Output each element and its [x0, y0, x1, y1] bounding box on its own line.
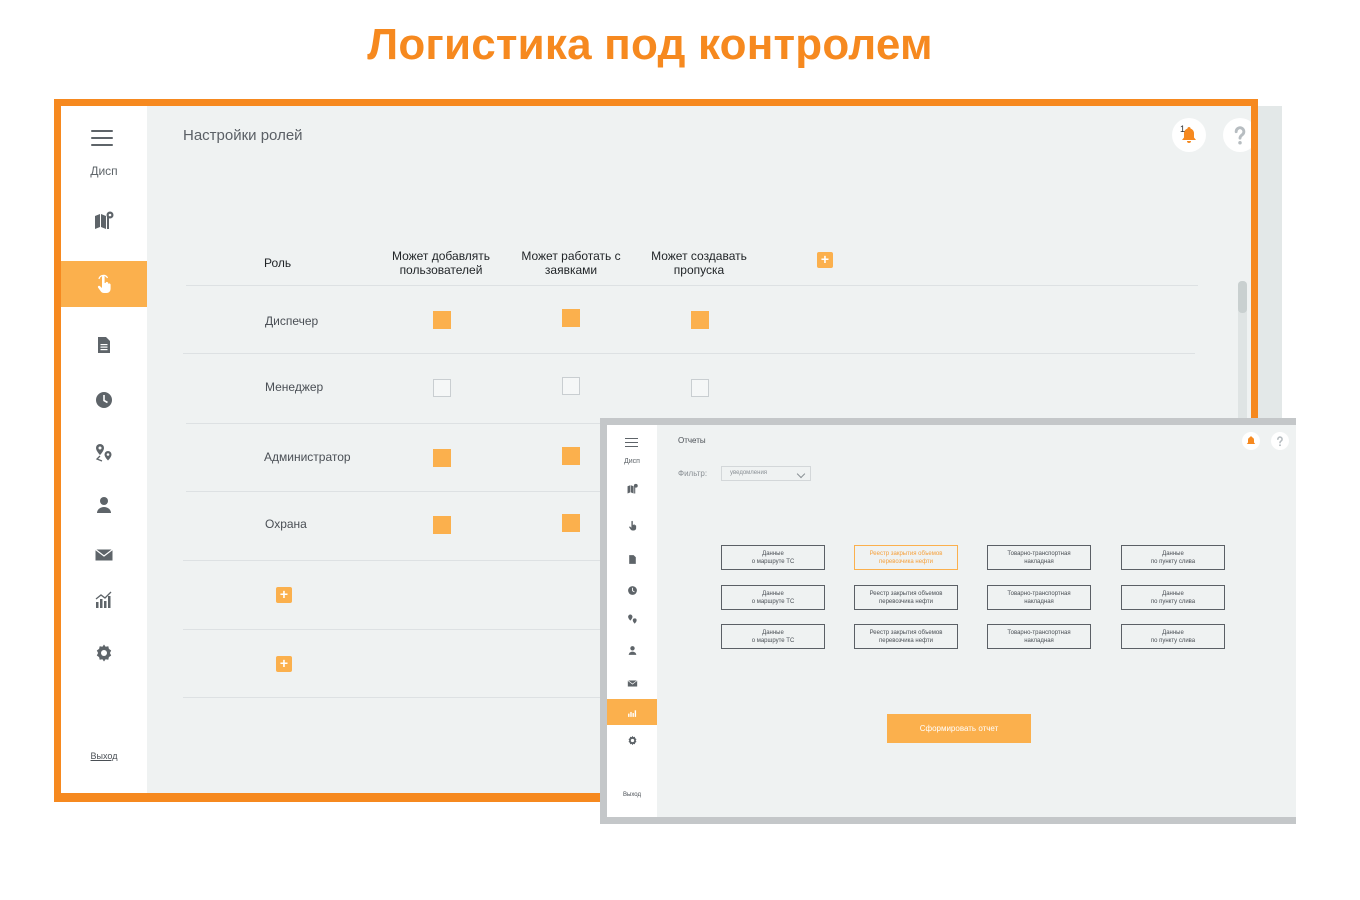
filter-select[interactable]: уведомления	[721, 466, 811, 481]
sidebar-item-settings[interactable]	[607, 727, 657, 753]
sidebar: Дисп Выход	[607, 425, 657, 817]
sidebar-item-routes[interactable]	[607, 606, 657, 632]
report-button-drain-point[interactable]: Данные по пункту слива	[1121, 585, 1225, 610]
map-icon	[627, 483, 638, 493]
page-title: Настройки ролей	[183, 127, 303, 144]
question-icon	[1234, 126, 1246, 145]
document-icon	[628, 554, 636, 564]
user-icon	[628, 645, 636, 655]
hand-pointer-icon	[628, 520, 636, 530]
generate-report-button[interactable]: Сформировать отчет	[887, 714, 1031, 743]
sidebar-item-users[interactable]	[61, 483, 147, 527]
help-button[interactable]	[1223, 118, 1251, 152]
report-button-route-data[interactable]: Данные о маршруте ТС	[721, 545, 825, 570]
checkbox-manager-passes[interactable]	[691, 379, 709, 397]
role-name-security: Охрана	[265, 517, 307, 531]
clock-icon	[96, 392, 112, 408]
sidebar-item-reports[interactable]	[61, 578, 147, 622]
notifications-button[interactable]	[1242, 432, 1260, 450]
hand-pointer-icon	[97, 274, 111, 293]
route-pin-icon	[627, 614, 637, 624]
exit-link[interactable]: Выход	[61, 751, 147, 761]
report-button-waybill[interactable]: Товарно-транспортная накладная	[987, 624, 1091, 649]
report-button-drain-point[interactable]: Данные по пункту слива	[1121, 545, 1225, 570]
sidebar-item-documents[interactable]	[607, 546, 657, 572]
role-name-manager: Менеджер	[265, 380, 324, 394]
bar-chart-icon	[95, 591, 112, 608]
add-role-button[interactable]: +	[276, 587, 292, 603]
envelope-icon	[627, 679, 637, 687]
divider	[183, 353, 1195, 354]
checkbox-security-requests[interactable]	[562, 514, 580, 532]
document-icon	[98, 337, 110, 353]
filter-label: Фильтр:	[678, 469, 708, 478]
checkbox-administrator-add-users[interactable]	[433, 449, 451, 467]
role-name-administrator: Администратор	[264, 450, 351, 464]
gear-icon	[628, 735, 636, 745]
question-icon	[1277, 436, 1283, 447]
sidebar-item-map[interactable]	[61, 198, 147, 242]
role-name-dispatcher: Диспечер	[265, 314, 319, 328]
column-header-requests: Может работать с заявками	[521, 249, 621, 277]
sidebar-title: Дисп	[624, 458, 640, 465]
user-icon	[97, 497, 111, 513]
checkbox-dispatcher-passes[interactable]	[691, 311, 709, 329]
sidebar-item-users[interactable]	[607, 637, 657, 663]
add-column-button[interactable]: +	[817, 252, 833, 268]
bar-chart-icon	[627, 709, 636, 717]
bell-icon	[1246, 436, 1256, 444]
report-button-drain-point[interactable]: Данные по пункту слива	[1121, 624, 1225, 649]
report-button-oil-registry[interactable]: Реестр закрытия объемов перевозчика нефт…	[854, 545, 958, 570]
checkbox-manager-requests[interactable]	[562, 377, 580, 395]
sidebar-item-messages[interactable]	[61, 533, 147, 577]
column-header-passes: Может создавать пропуска	[651, 249, 747, 277]
checkbox-manager-add-users[interactable]	[433, 379, 451, 397]
menu-icon[interactable]	[91, 130, 113, 146]
exit-link[interactable]: Выход	[607, 792, 657, 798]
checkbox-administrator-requests[interactable]	[562, 447, 580, 465]
sidebar-item-messages[interactable]	[607, 670, 657, 696]
sidebar-item-history[interactable]	[61, 378, 147, 422]
notifications-count: 1	[1180, 124, 1186, 134]
report-button-route-data[interactable]: Данные о маршруте ТС	[721, 585, 825, 610]
help-button[interactable]	[1271, 432, 1289, 450]
column-header-role: Роль	[264, 256, 292, 270]
report-button-waybill[interactable]: Товарно-транспортная накладная	[987, 585, 1091, 610]
checkbox-dispatcher-add-users[interactable]	[433, 311, 451, 329]
route-pin-icon	[95, 444, 112, 462]
sidebar-item-routes[interactable]	[61, 431, 147, 475]
sidebar-item-settings[interactable]	[61, 631, 147, 675]
column-header-add-users: Может добавлять пользователей	[391, 249, 491, 277]
page-headline: Логистика под контролем	[367, 20, 933, 69]
sidebar-item-roles[interactable]	[61, 261, 147, 307]
notifications-button[interactable]: 1	[1172, 118, 1206, 152]
page-title: Отчеты	[678, 436, 706, 445]
filter-value: уведомления	[730, 470, 768, 476]
menu-icon[interactable]	[625, 438, 638, 447]
checkbox-dispatcher-requests[interactable]	[562, 309, 580, 327]
map-icon	[95, 211, 114, 229]
sidebar-item-documents[interactable]	[61, 323, 147, 367]
checkbox-security-add-users[interactable]	[433, 516, 451, 534]
sidebar: Дисп Выход	[61, 106, 147, 793]
scrollbar-thumb[interactable]	[1238, 281, 1247, 313]
report-button-oil-registry[interactable]: Реестр закрытия объемов перевозчика нефт…	[854, 624, 958, 649]
add-role-button[interactable]: +	[276, 656, 292, 672]
sidebar-title: Дисп	[90, 164, 118, 178]
chevron-down-icon	[796, 469, 806, 479]
sidebar-item-map[interactable]	[607, 475, 657, 501]
sidebar-item-reports[interactable]	[607, 699, 657, 725]
sidebar-item-history[interactable]	[607, 577, 657, 603]
sidebar-item-roles[interactable]	[607, 512, 657, 538]
reports-window: Дисп Выход Отчеты Фильтр: уведомления Да…	[600, 418, 1296, 824]
gear-icon	[96, 644, 112, 662]
clock-icon	[627, 585, 637, 595]
envelope-icon	[95, 549, 113, 561]
report-button-route-data[interactable]: Данные о маршруте ТС	[721, 624, 825, 649]
divider	[186, 285, 1198, 286]
report-button-waybill[interactable]: Товарно-транспортная накладная	[987, 545, 1091, 570]
report-button-oil-registry[interactable]: Реестр закрытия объемов перевозчика нефт…	[854, 585, 958, 610]
